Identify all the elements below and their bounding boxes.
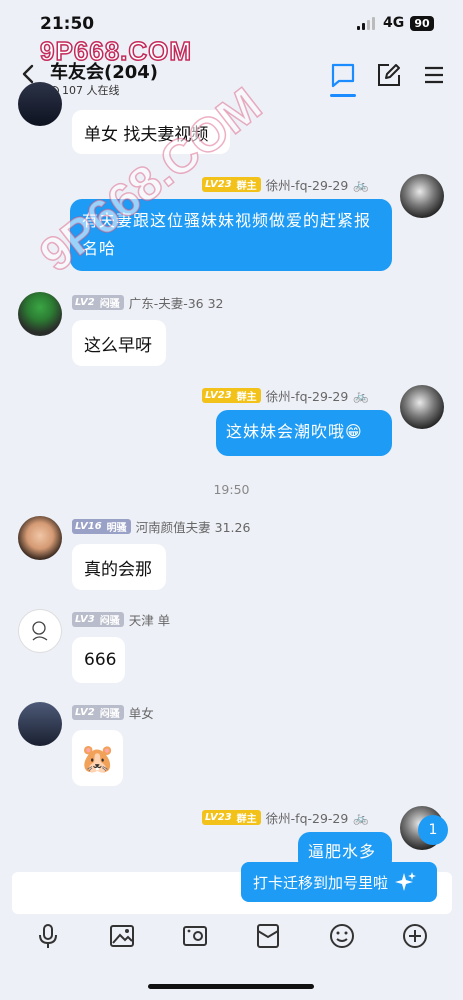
message-bubble[interactable]: 这妹妹会潮吹哦😁 [216,410,392,456]
level-badge: LV2 闷骚 [72,295,124,310]
level-badge: LV2 闷骚 [72,705,124,720]
network-type: 4G [383,15,405,31]
grin-emoji: 😁 [345,422,363,441]
sparkle-icon [395,872,417,891]
sender-name: 天津 单 [128,613,171,628]
emoji-icon[interactable] [328,922,356,950]
bike-icon: 🚲 [353,176,369,192]
microphone-icon[interactable] [34,922,62,950]
level-badge: LV23 群主 [202,177,261,192]
red-packet-icon[interactable] [254,922,282,950]
active-tab-indicator [330,94,356,97]
avatar[interactable] [18,609,62,653]
image-icon[interactable] [108,922,136,950]
avatar[interactable] [400,385,444,429]
avatar[interactable] [18,702,62,746]
time-divider: 19:50 [213,482,250,497]
avatar[interactable] [18,516,62,560]
sender-meta: LV2 闷骚 广东-夫妻-36 32 [72,293,224,312]
level-badge: LV16 明骚 [72,519,131,534]
signal-icon [357,17,375,30]
sender-name: 徐州-fq-29-29 [265,389,349,404]
sender-meta: LV23 群主 徐州-fq-29-29 🚲 [202,808,369,827]
bike-icon: 🚲 [353,387,369,403]
sender-meta: LV2 闷骚 单女 [72,703,154,722]
level-badge: LV3 闷骚 [72,612,124,627]
message-bubble[interactable]: 666 [72,637,125,683]
home-indicator [148,984,314,989]
sender-meta: LV23 群主 徐州-fq-29-29 🚲 [202,386,369,405]
camera-icon[interactable] [181,922,209,950]
chat-header: 车友会(204) 107 人在线 [0,52,463,98]
group-title[interactable]: 车友会(204) [50,58,158,84]
plus-icon[interactable] [401,922,429,950]
hamster-emoji: 🐹 [80,741,115,775]
checkin-toast[interactable]: 打卡迁移到加号里啦 [241,862,437,902]
message-bubble[interactable]: 有夫妻跟这位骚妹妹视频做爱的赶紧报名哈 [70,199,392,271]
toast-text: 打卡迁移到加号里啦 [253,873,389,892]
doodle-icon [32,621,48,641]
avatar[interactable] [18,292,62,336]
online-count-text: 107 人在线 [62,84,120,97]
level-badge: LV23 群主 [202,388,261,403]
bike-icon: 🚲 [353,809,369,825]
sender-meta: LV3 闷骚 天津 单 [72,610,170,629]
battery-icon: 90 [410,16,434,31]
avatar[interactable] [18,82,62,126]
sender-name: 广东-夫妻-36 32 [128,296,224,311]
edit-icon[interactable] [376,62,402,88]
sender-name: 单女 [128,706,154,721]
avatar[interactable] [400,174,444,218]
status-time: 21:50 [40,14,95,34]
message-bubble[interactable]: 🐹 [72,730,123,786]
message-bubble[interactable]: 这么早呀 [72,320,166,366]
message-bubble[interactable]: 真的会那 [72,544,166,590]
menu-icon[interactable] [421,62,447,88]
chat-icon[interactable] [330,62,356,88]
unread-badge[interactable]: 1 [418,815,448,845]
sender-name: 河南颜值夫妻 31.26 [135,520,251,535]
sender-meta: LV16 明骚 河南颜值夫妻 31.26 [72,517,250,536]
sender-meta: LV23 群主 徐州-fq-29-29 🚲 [202,175,369,194]
sender-name: 徐州-fq-29-29 [265,811,349,826]
sender-name: 徐州-fq-29-29 [265,178,349,193]
input-toolbar [0,918,463,958]
message-bubble[interactable]: 单女 找夫妻视频 [72,110,230,154]
level-badge: LV23 群主 [202,810,261,825]
